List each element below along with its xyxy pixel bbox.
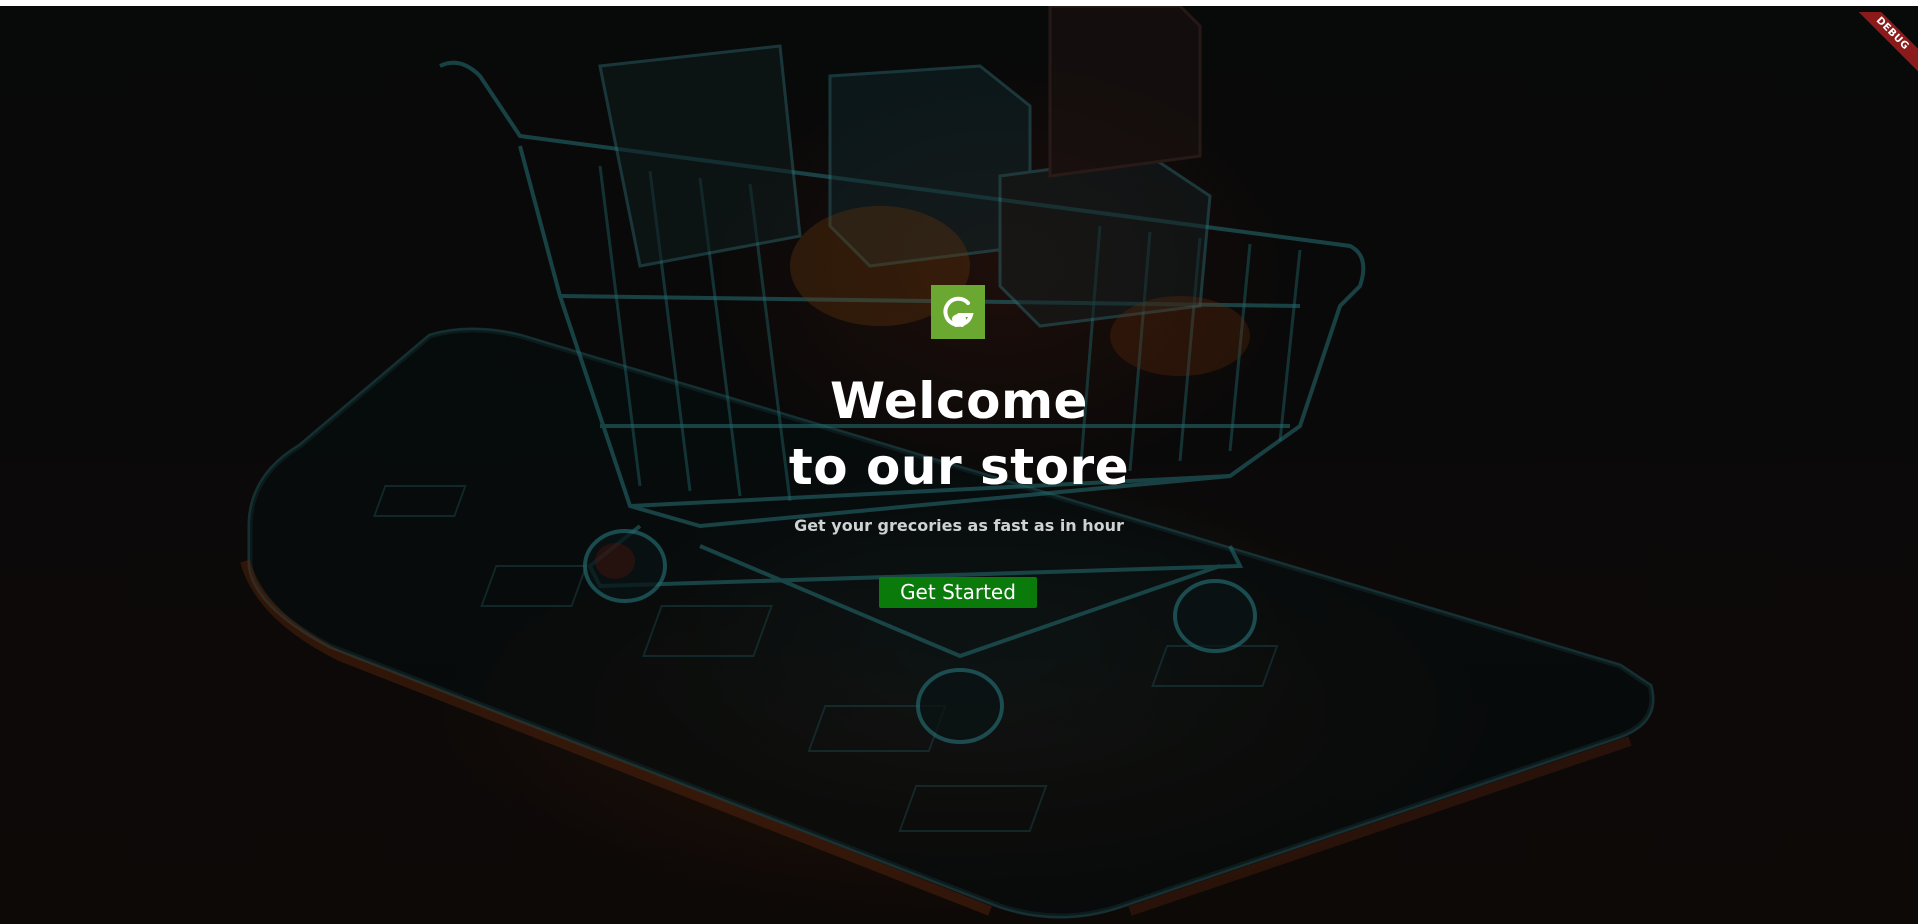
welcome-screen: Welcome to our store Get your grecories … <box>0 6 1918 924</box>
get-started-button[interactable]: Get Started <box>879 577 1037 608</box>
hero-content: Welcome to our store Get your grecories … <box>0 6 1918 924</box>
welcome-subtitle: Get your grecories as fast as in hour <box>794 516 1124 535</box>
welcome-title: Welcome to our store <box>659 368 1259 500</box>
welcome-title-line2: to our store <box>788 438 1130 496</box>
grocery-g-logo-icon <box>943 296 974 327</box>
debug-banner: DEBUG <box>1848 12 1918 82</box>
debug-banner-corner: DEBUG <box>1848 12 1918 82</box>
app-logo <box>931 285 985 339</box>
welcome-title-line1: Welcome <box>830 372 1088 430</box>
